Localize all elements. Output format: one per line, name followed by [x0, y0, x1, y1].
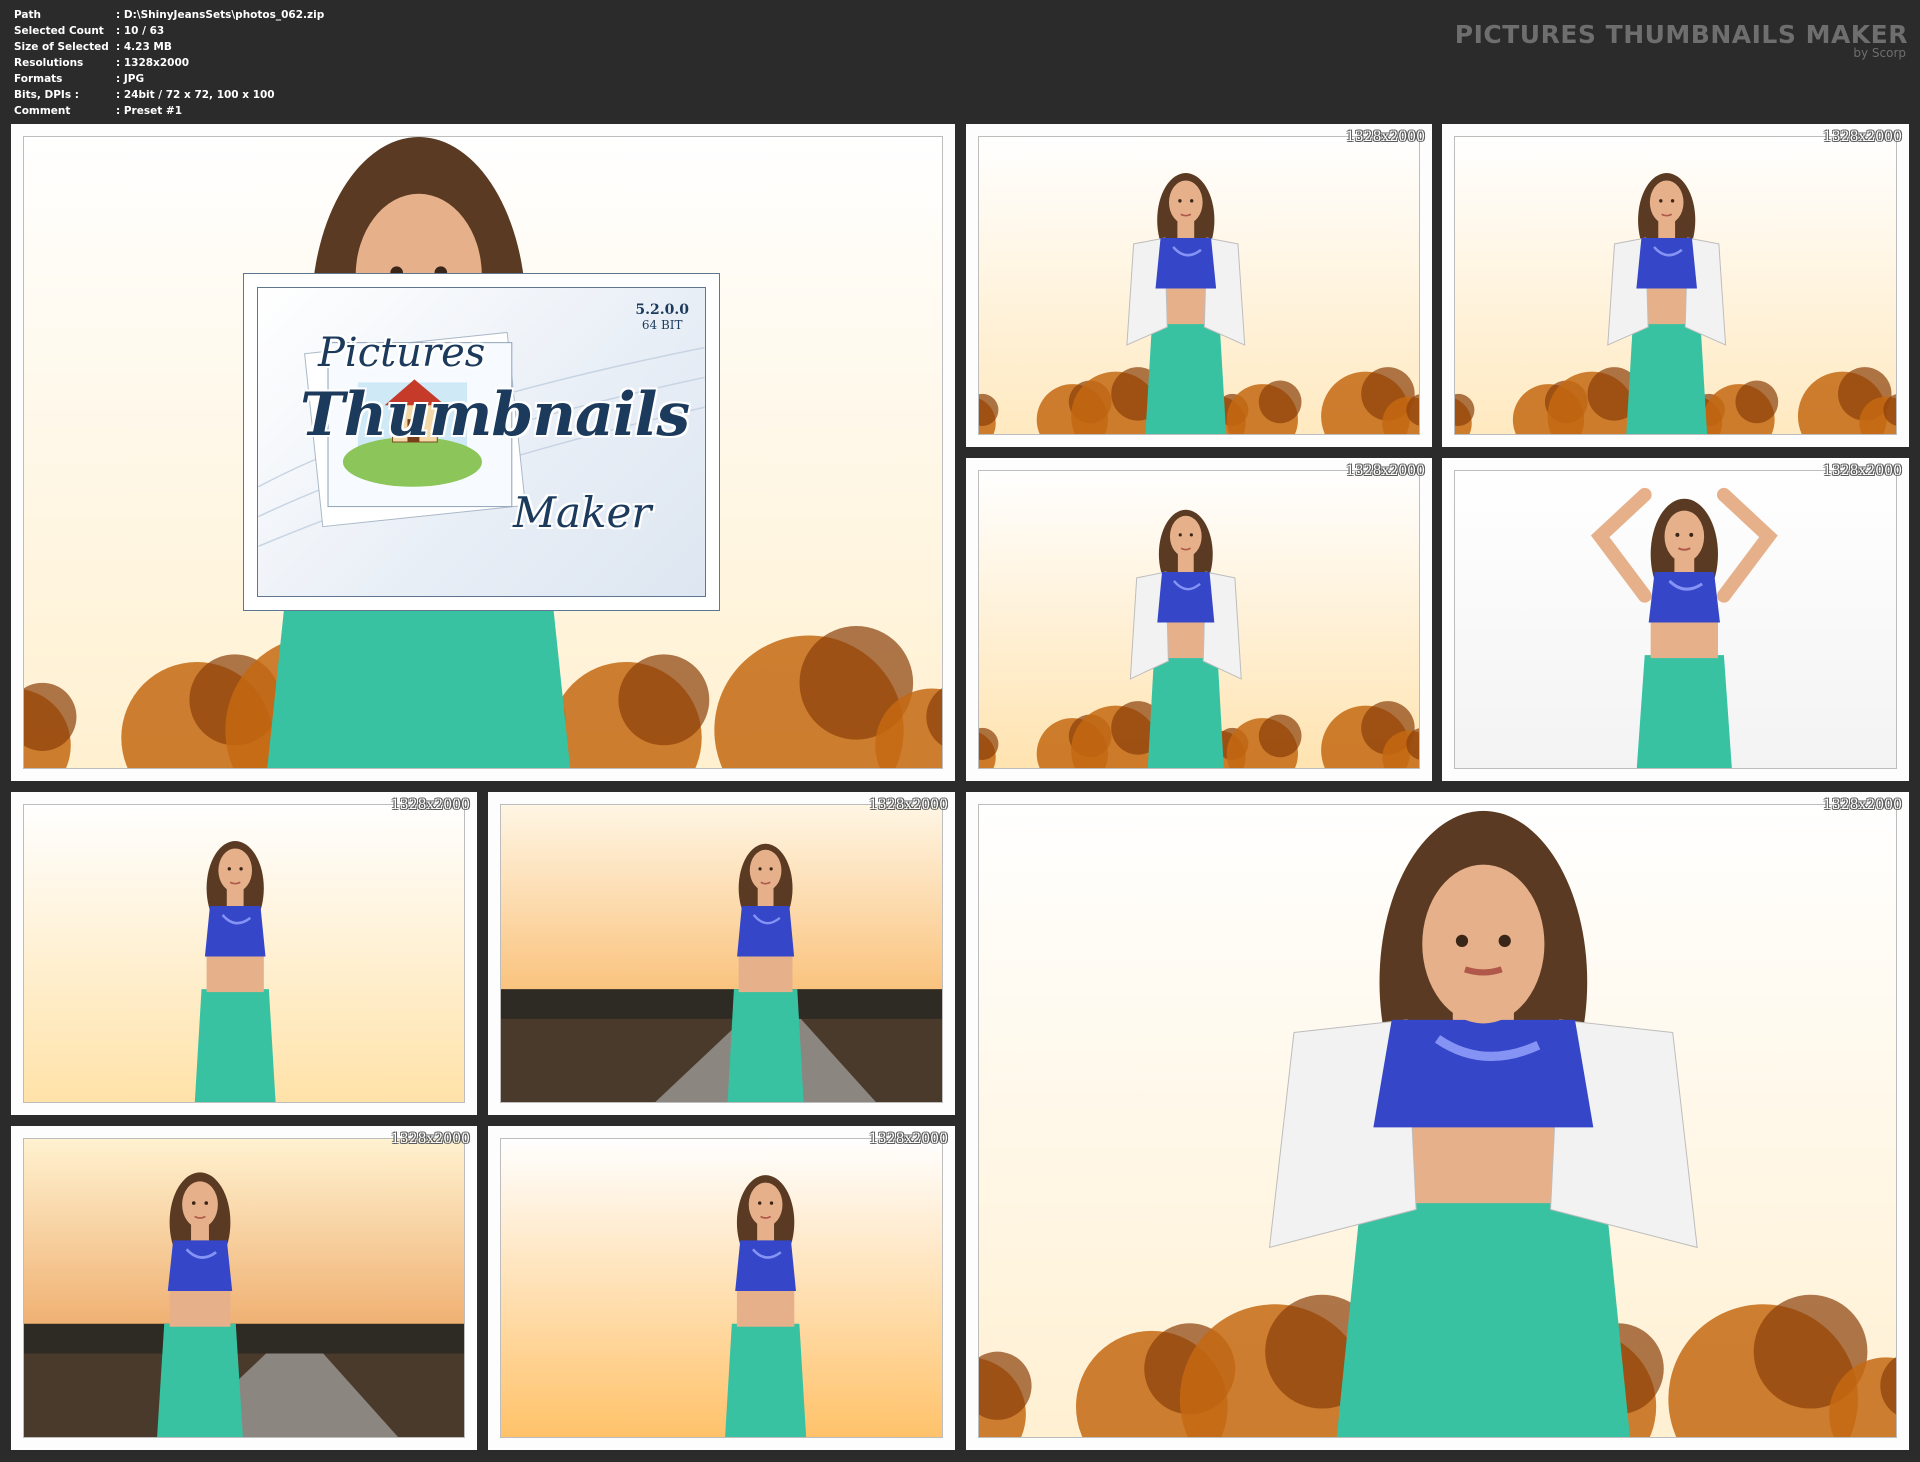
splash-word-maker: Maker — [513, 488, 652, 537]
thumbnail-tile[interactable]: 1328x2000 — [488, 792, 955, 1115]
info-value: : 24bit / 72 x 72, 100 x 100 — [116, 89, 275, 101]
header-bar: Path : D:\ShinyJeansSets\photos_062.zip … — [0, 0, 1920, 124]
info-row-resolutions: Resolutions : 1328x2000 — [14, 55, 324, 71]
photo-illustration — [501, 1139, 942, 1437]
thumbnail-tile[interactable]: 1328x2000 — [1442, 124, 1909, 447]
photo-illustration — [24, 805, 464, 1102]
thumbnail-image — [500, 804, 943, 1103]
thumbnail-tile[interactable]: 1328x2000 — [966, 458, 1432, 781]
info-row-size: Size of Selected : 4.23 MB — [14, 39, 324, 55]
brand-watermark: PICTURES THUMBNAILS MAKER by Scorp — [1455, 20, 1908, 60]
photo-illustration — [979, 137, 1419, 434]
thumbnail-cover[interactable]: Pictures Thumbnails Maker 5.2.0.0 64 BIT — [11, 124, 955, 781]
splash-panel: Pictures Thumbnails Maker 5.2.0.0 64 BIT — [257, 287, 706, 597]
thumbnail-image — [978, 804, 1897, 1438]
resolution-label: 1328x2000 — [1822, 463, 1902, 479]
thumbnail-tile[interactable]: 1328x2000 — [966, 124, 1432, 447]
thumbnail-tile[interactable]: 1328x2000 — [488, 1126, 955, 1450]
resolution-label: 1328x2000 — [390, 797, 470, 813]
photo-illustration — [979, 471, 1419, 768]
info-row-formats: Formats : JPG — [14, 71, 324, 87]
info-value: : JPG — [116, 73, 145, 85]
resolution-label: 1328x2000 — [868, 1131, 948, 1147]
info-row-comment: Comment : Preset #1 — [14, 103, 324, 119]
thumbnail-tile[interactable]: 1328x2000 — [11, 792, 477, 1115]
thumbnail-image — [23, 1138, 465, 1438]
info-key: Comment — [14, 105, 71, 117]
splash-word-thumbnails: Thumbnails — [300, 380, 690, 450]
thumbnail-image — [1454, 470, 1897, 769]
version-badge: 5.2.0.0 64 BIT — [635, 302, 689, 332]
app-splash-logo: Pictures Thumbnails Maker 5.2.0.0 64 BIT — [243, 273, 720, 611]
info-key: Selected Count — [14, 25, 104, 37]
resolution-label: 1328x2000 — [868, 797, 948, 813]
resolution-label: 1328x2000 — [1822, 129, 1902, 145]
thumbnail-image — [978, 136, 1420, 435]
info-key: Formats — [14, 73, 63, 85]
info-key: Size of Selected — [14, 41, 109, 53]
info-key: Resolutions — [14, 57, 84, 69]
info-row-path: Path : D:\ShinyJeansSets\photos_062.zip — [14, 7, 324, 23]
photo-illustration — [501, 805, 942, 1102]
info-table: Path : D:\ShinyJeansSets\photos_062.zip … — [14, 7, 324, 119]
info-value: : D:\ShinyJeansSets\photos_062.zip — [116, 9, 325, 21]
thumbnail-tile[interactable]: 1328x2000 — [966, 792, 1909, 1450]
thumbnail-image — [1454, 136, 1897, 435]
photo-illustration — [1455, 137, 1896, 434]
splash-word-pictures: Pictures — [318, 330, 486, 376]
info-value: : Preset #1 — [116, 105, 182, 117]
version-bitness: 64 BIT — [641, 318, 683, 332]
photo-illustration — [1455, 471, 1896, 768]
thumbnail-image — [23, 804, 465, 1103]
resolution-label: 1328x2000 — [390, 1131, 470, 1147]
thumbnail-image — [500, 1138, 943, 1438]
info-value: : 10 / 63 — [116, 25, 165, 37]
info-row-count: Selected Count : 10 / 63 — [14, 23, 324, 39]
resolution-label: 1328x2000 — [1345, 129, 1425, 145]
info-key: Path — [14, 9, 41, 21]
info-row-bits: Bits, DPIs : : 24bit / 72 x 72, 100 x 10… — [14, 87, 324, 103]
resolution-label: 1328x2000 — [1345, 463, 1425, 479]
thumbnail-image — [978, 470, 1420, 769]
info-key: Bits, DPIs : — [14, 89, 79, 101]
version-number: 5.2.0.0 — [635, 302, 689, 318]
thumbnail-tile[interactable]: 1328x2000 — [11, 1126, 477, 1450]
brand-title: PICTURES THUMBNAILS MAKER — [1454, 20, 1908, 49]
info-value: : 1328x2000 — [116, 57, 190, 69]
info-value: : 4.23 MB — [116, 41, 172, 53]
photo-illustration — [979, 805, 1896, 1437]
photo-illustration — [24, 1139, 464, 1437]
resolution-label: 1328x2000 — [1822, 797, 1902, 813]
thumbnail-tile[interactable]: 1328x2000 — [1442, 458, 1909, 781]
